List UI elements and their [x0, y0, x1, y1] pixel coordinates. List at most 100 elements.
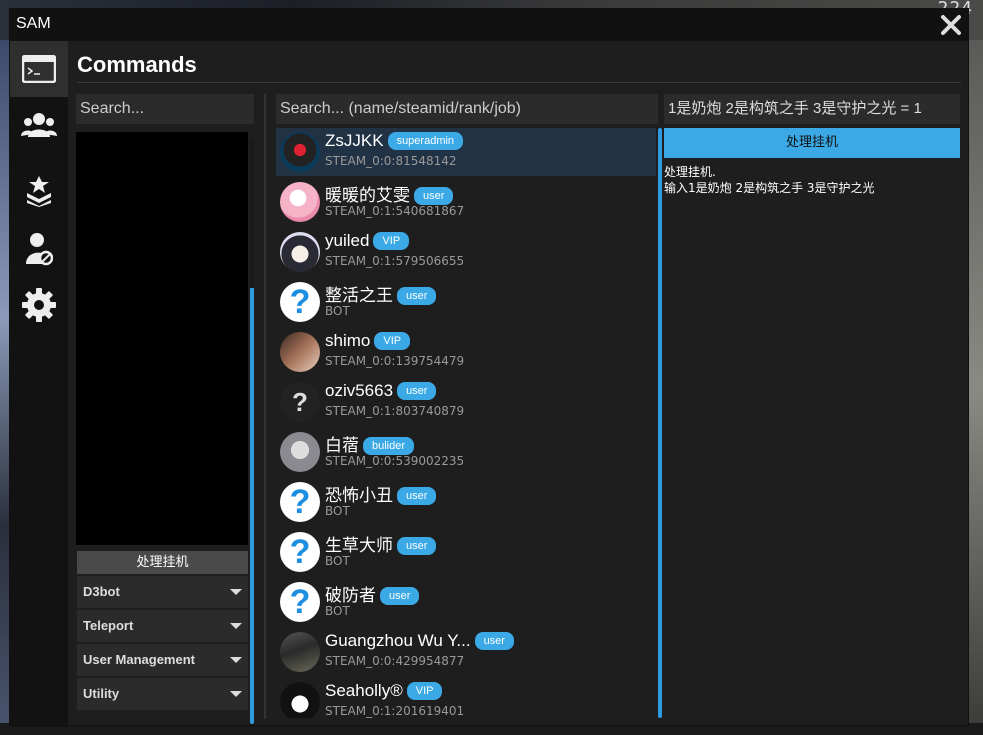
players-panel: Search... (name/steamid/rank/job) ZsJJKK… — [264, 94, 662, 719]
steam-id: STEAM_0:0:539002235 — [325, 454, 465, 468]
question-mark-icon: ? — [292, 387, 308, 417]
avatar — [280, 132, 320, 172]
player-row[interactable]: ? 破防者 user BOT — [276, 578, 656, 626]
steam-id: STEAM_0:0:139754479 — [325, 354, 465, 368]
category-teleport[interactable]: Teleport — [77, 610, 248, 642]
rank-badge: VIP — [374, 332, 411, 350]
player-name: 暖暖的艾雯 user — [325, 181, 454, 206]
rail-user-management[interactable] — [10, 221, 68, 277]
player-name-text: 破防者 — [325, 586, 376, 605]
description-line: 输入1是奶炮 2是构筑之手 3是守护之光 — [664, 181, 875, 195]
player-name: Seaholly® VIP — [325, 681, 443, 701]
commands-panel: Search... 处理挂机 D3bot Teleport User Manag… — [76, 94, 254, 724]
user-settings-icon — [26, 233, 53, 266]
player-row[interactable]: ? 恐怖小丑 user BOT — [276, 478, 656, 526]
description-line: 处理挂机. — [664, 165, 716, 179]
game-background-right — [967, 40, 983, 735]
execute-button[interactable]: 处理挂机 — [664, 128, 960, 158]
steam-id: BOT — [325, 504, 350, 518]
player-name: 破防者 user — [325, 581, 420, 606]
question-mark-icon: ? — [289, 283, 311, 321]
rank-badge: user — [397, 537, 437, 555]
terminal-icon — [22, 55, 56, 83]
command-list[interactable] — [76, 132, 248, 545]
category-label: D3bot — [83, 584, 120, 599]
arguments-panel: 1是奶炮 2是构筑之手 3是守护之光 = 1 处理挂机 处理挂机. 输入1是奶炮… — [664, 94, 962, 719]
window-title: SAM — [16, 15, 51, 32]
command-description: 处理挂机. 输入1是奶炮 2是构筑之手 3是守护之光 — [664, 164, 960, 196]
category-user-management[interactable]: User Management — [77, 644, 248, 676]
steam-id: STEAM_0:0:81548142 — [325, 154, 457, 168]
player-name: 白蓿 bulider — [325, 431, 415, 456]
steam-id: BOT — [325, 604, 350, 618]
player-name-text: ZsJJKK — [325, 131, 384, 150]
rank-badge: VIP — [373, 232, 410, 250]
player-name-text: oziv5663 — [325, 381, 394, 400]
steam-id: STEAM_0:0:429954877 — [325, 654, 465, 668]
player-name-text: 恐怖小丑 — [325, 486, 393, 505]
question-mark-icon: ? — [289, 483, 311, 521]
rank-badge: user — [474, 632, 514, 650]
player-row[interactable]: 白蓿 bulider STEAM_0:0:539002235 — [276, 428, 656, 476]
player-row[interactable]: Guangzhou Wu Y... user STEAM_0:0:429954877 — [276, 628, 656, 676]
rank-badge: user — [414, 187, 454, 205]
player-name: Guangzhou Wu Y... user — [325, 631, 514, 651]
player-row[interactable]: ? oziv5663 user STEAM_0:1:803740879 — [276, 378, 656, 426]
player-row[interactable]: Seaholly® VIP STEAM_0:1:201619401 — [276, 678, 656, 718]
avatar: ? — [280, 482, 320, 522]
command-search-input[interactable]: Search... — [76, 94, 254, 124]
player-name-text: shimo — [325, 331, 371, 350]
steam-id: STEAM_0:1:579506655 — [325, 254, 465, 268]
player-row[interactable]: 暖暖的艾雯 user STEAM_0:1:540681867 — [276, 178, 656, 226]
player-name: shimo VIP — [325, 331, 411, 351]
player-row[interactable]: ZsJJKK superadmin STEAM_0:0:81548142 — [276, 128, 656, 176]
player-row[interactable]: ? 生草大师 user BOT — [276, 528, 656, 576]
steam-id: STEAM_0:1:803740879 — [325, 404, 465, 418]
rank-badge: bulider — [363, 437, 415, 455]
player-name: oziv5663 user — [325, 381, 437, 401]
player-row[interactable]: ? 整活之王 user BOT — [276, 278, 656, 326]
player-name: yuiled VIP — [325, 231, 410, 251]
titlebar: SAM — [10, 9, 968, 41]
gear-icon — [22, 288, 56, 322]
player-row[interactable]: shimo VIP STEAM_0:0:139754479 — [276, 328, 656, 376]
avatar — [280, 332, 320, 372]
steam-id: BOT — [325, 304, 350, 318]
player-search-input[interactable]: Search... (name/steamid/rank/job) — [276, 94, 658, 124]
player-row[interactable]: yuiled VIP STEAM_0:1:579506655 — [276, 228, 656, 276]
player-name-text: Guangzhou Wu Y... — [325, 631, 471, 650]
avatar — [280, 682, 320, 718]
avatar: ? — [280, 532, 320, 572]
command-scrollbar-track — [250, 138, 254, 288]
chevron-down-icon — [230, 623, 242, 629]
steam-id: STEAM_0:1:540681867 — [325, 204, 465, 218]
chevron-down-icon — [230, 691, 242, 697]
player-name: 整活之王 user — [325, 281, 437, 306]
avatar: ? — [280, 582, 320, 622]
rail-players[interactable] — [10, 97, 68, 153]
category-utility[interactable]: Utility — [77, 678, 248, 710]
question-mark-icon: ? — [289, 583, 311, 621]
rank-badge: VIP — [406, 682, 443, 700]
close-button[interactable] — [934, 9, 968, 41]
steam-id: STEAM_0:1:201619401 — [325, 704, 465, 718]
rail-ranks[interactable] — [10, 163, 68, 219]
rail-commands[interactable] — [10, 41, 68, 97]
nav-rail — [10, 41, 68, 727]
player-name-text: 生草大师 — [325, 536, 393, 555]
avatar: ? — [280, 382, 320, 422]
rank-badge: user — [397, 287, 437, 305]
selected-command-button[interactable]: 处理挂机 — [77, 551, 248, 574]
avatar: ? — [280, 282, 320, 322]
rail-settings[interactable] — [10, 277, 68, 333]
avatar — [280, 432, 320, 472]
player-name-text: yuiled — [325, 231, 370, 250]
chevron-down-icon — [230, 589, 242, 595]
rank-badge: user — [397, 487, 437, 505]
player-scrollbar[interactable] — [658, 128, 662, 718]
argument-input[interactable]: 1是奶炮 2是构筑之手 3是守护之光 = 1 — [664, 94, 960, 124]
category-d3bot[interactable]: D3bot — [77, 576, 248, 608]
rank-badge: superadmin — [387, 132, 464, 150]
category-label: Teleport — [83, 618, 134, 633]
rank-badge: user — [380, 587, 420, 605]
